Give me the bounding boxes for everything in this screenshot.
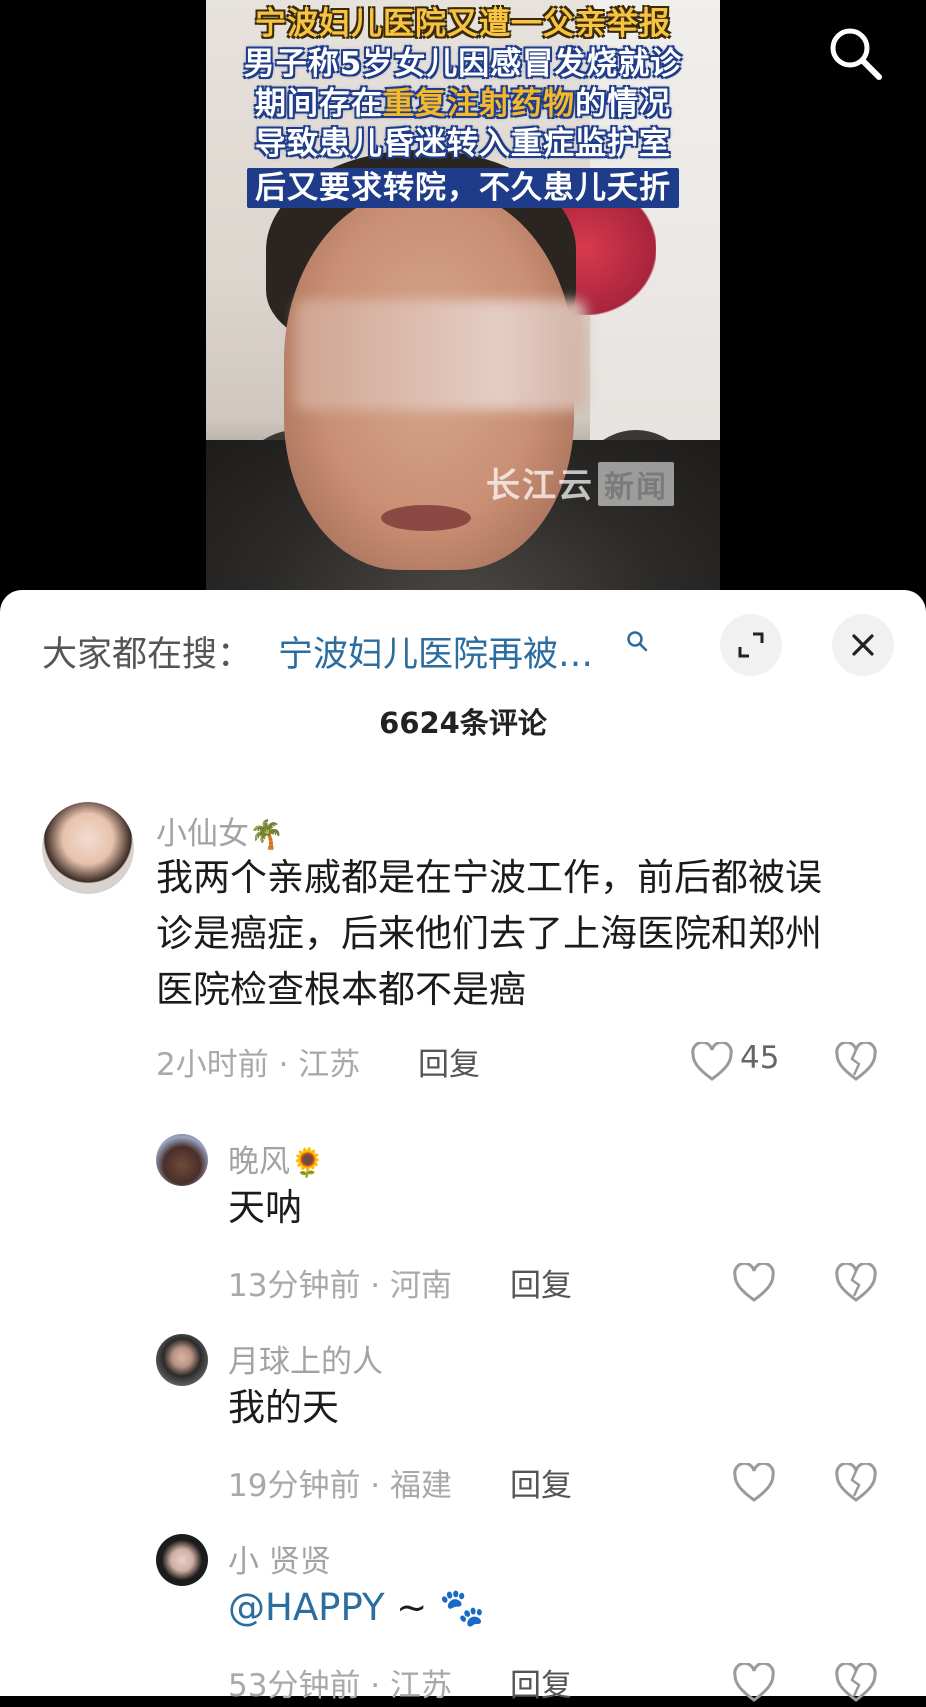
comment-location: 福建 [390, 1468, 453, 1504]
username-text: 小仙女 [156, 816, 249, 852]
video-caption-line-1: 宁波妇儿医院又遭一父亲举报 [255, 6, 671, 42]
comment-username[interactable]: 小仙女🌴 [156, 808, 284, 853]
comment-text-line: 诊是癌症，后来他们去了上海医院和郑州 [156, 912, 822, 955]
comment-meta: 19分钟前 · 福建 [228, 1468, 453, 1504]
reply-button[interactable]: 回复 [418, 1039, 480, 1084]
like-count: 45 [740, 1040, 780, 1076]
avatar[interactable] [156, 1334, 208, 1386]
video-caption-line-3: 期间存在重复注射药物的情况 [247, 84, 679, 124]
username-emoji: 🌴 [249, 818, 284, 851]
comment-meta: 53分钟前 · 江苏 [228, 1668, 453, 1704]
heart-icon[interactable] [732, 1661, 776, 1703]
comment-text-rest: ~ 🐾 [384, 1586, 486, 1629]
reply-button[interactable]: 回复 [510, 1260, 572, 1305]
heart-icon[interactable] [690, 1040, 734, 1082]
comment-username[interactable]: 小 贤贤 [228, 1536, 331, 1581]
close-icon [852, 634, 874, 656]
video-watermark: 长江云 新闻 [486, 458, 674, 507]
broken-heart-icon[interactable] [834, 1040, 878, 1082]
comment-text-line: 医院检查根本都不是癌 [156, 968, 526, 1011]
video-caption-line-5: 后又要求转院，不久患儿夭折 [247, 168, 679, 208]
reply-item: 月球上的人 我的天 19分钟前 · 福建 回复 [0, 1324, 926, 1504]
comment-location: 江苏 [298, 1047, 361, 1083]
expand-icon [738, 632, 764, 658]
video-frame[interactable]: 宁波妇儿医院又遭一父亲举报 男子称5岁女儿因感冒发烧就诊 期间存在重复注射药物的… [206, 0, 720, 600]
username-emoji: 🌻 [290, 1146, 325, 1179]
avatar[interactable] [42, 802, 134, 894]
video-area[interactable]: 宁波妇儿医院又遭一父亲举报 男子称5岁女儿因感冒发烧就诊 期间存在重复注射药物的… [0, 0, 926, 600]
video-mouth [381, 505, 471, 531]
avatar[interactable] [156, 1534, 208, 1586]
username-text: 月球上的人 [228, 1344, 383, 1380]
reply-button[interactable]: 回复 [510, 1660, 572, 1705]
trending-query-link[interactable]: 宁波妇儿医院再被… [278, 626, 593, 677]
comment-text: 我的天 [228, 1386, 339, 1429]
comment-location: 河南 [390, 1268, 453, 1304]
comment-text-line: 我两个亲戚都是在宁波工作，前后都被误 [156, 856, 822, 899]
broken-heart-icon[interactable] [834, 1261, 878, 1303]
video-caption-stack: 宁波妇儿医院又遭一父亲举报 男子称5岁女儿因感冒发烧就诊 期间存在重复注射药物的… [206, 4, 720, 208]
comment-time: 13分钟前 [228, 1268, 361, 1304]
heart-icon[interactable] [732, 1461, 776, 1503]
username-text: 小 贤贤 [228, 1544, 331, 1580]
broken-heart-icon[interactable] [834, 1661, 878, 1703]
username-text: 晚风 [228, 1144, 290, 1180]
comment-time: 2小时前 [156, 1047, 269, 1083]
user-mention-link[interactable]: @HAPPY [228, 1586, 385, 1629]
comment-meta: 13分钟前 · 河南 [228, 1268, 453, 1304]
comment-meta: 2小时前 · 江苏 [156, 1047, 361, 1083]
face-blur-mask [296, 300, 586, 410]
watermark-box: 新闻 [598, 462, 674, 506]
comment-time: 19分钟前 [228, 1468, 361, 1504]
comment-location: 江苏 [390, 1668, 453, 1704]
reply-item: 晚风🌻 天呐 13分钟前 · 河南 回复 [0, 1124, 926, 1304]
comment-text: @HAPPY ~ 🐾 [228, 1580, 485, 1636]
comment-text: 我两个亲戚都是在宁波工作，前后都被误 诊是癌症，后来他们去了上海医院和郑州 医院… [156, 850, 876, 1018]
search-icon[interactable] [826, 24, 884, 82]
comment-time: 53分钟前 [228, 1668, 361, 1704]
comments-sheet: 大家都在搜： 宁波妇儿医院再被… 6624条评论 小仙女🌴 我两个亲戚都是在宁波… [0, 590, 926, 1704]
avatar[interactable] [156, 1134, 208, 1186]
comment-text: 天呐 [228, 1186, 302, 1229]
small-search-icon[interactable] [626, 630, 648, 652]
close-button[interactable] [832, 614, 894, 676]
caption-3-highlight: 重复注射药物 [383, 86, 575, 122]
heart-icon[interactable] [732, 1261, 776, 1303]
video-caption-line-2: 男子称5岁女儿因感冒发烧就诊 [243, 46, 683, 82]
video-caption-line-4: 导致患儿昏迷转入重症监护室 [255, 126, 671, 162]
comment-username[interactable]: 月球上的人 [228, 1336, 383, 1381]
caption-3-pre: 期间存在 [255, 86, 383, 122]
reply-button[interactable]: 回复 [510, 1460, 572, 1505]
trending-prefix: 大家都在搜： [42, 635, 253, 675]
comment-username[interactable]: 晚风🌻 [228, 1136, 325, 1181]
watermark-text: 长江云 [486, 466, 594, 506]
expand-button[interactable] [720, 614, 782, 676]
reply-item: 小 贤贤 @HAPPY ~ 🐾 53分钟前 · 江苏 回复 [0, 1524, 926, 1704]
caption-3-post: 的情况 [575, 86, 671, 122]
comment-item: 小仙女🌴 我两个亲戚都是在宁波工作，前后都被误 诊是癌症，后来他们去了上海医院和… [0, 802, 926, 1132]
broken-heart-icon[interactable] [834, 1461, 878, 1503]
comment-count: 6624条评论 [379, 706, 547, 740]
trending-search-bar: 大家都在搜： 宁波妇儿医院再被… [0, 590, 926, 700]
